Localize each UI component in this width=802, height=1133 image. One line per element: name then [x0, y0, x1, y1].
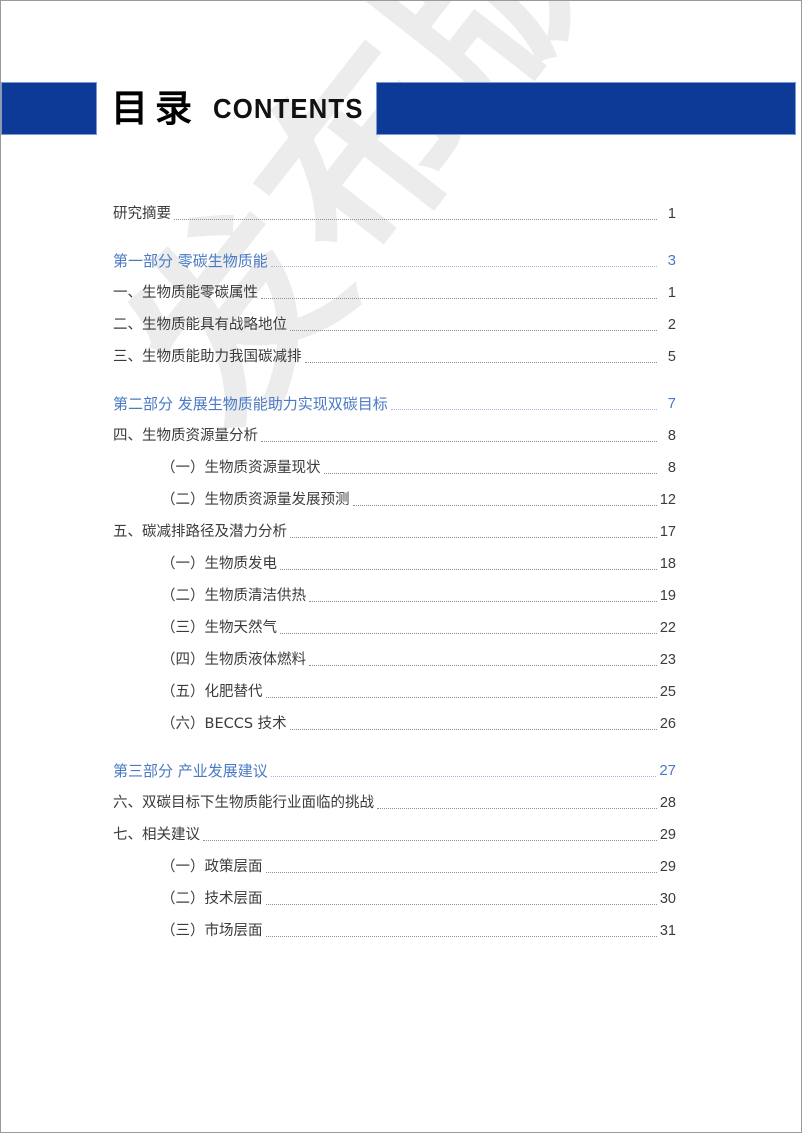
toc-entry-label: 三、生物质能助力我国碳减排	[113, 349, 302, 365]
toc-entry[interactable]: 七、相关建议 29	[113, 817, 676, 849]
toc-entry-page-number: 2	[667, 317, 676, 333]
toc-dot-leader	[265, 903, 657, 905]
toc-entry[interactable]: （二）生物质资源量发展预测 12	[113, 482, 676, 514]
toc-entry-page-number: 8	[667, 428, 676, 444]
table-of-contents: 研究摘要 1 第一部分 零碳生物质能 3 一、生物质能零碳属性 1 二、生物质能具有战略地位…	[113, 196, 676, 945]
header-bar-right	[376, 82, 796, 135]
toc-entry-page-number: 22	[659, 620, 676, 636]
toc-entry-page-number: 1	[667, 285, 676, 301]
page-title-cn: 目录	[111, 87, 199, 130]
toc-dot-leader	[323, 472, 657, 474]
toc-entry-label: 第三部分 产业发展建议	[113, 762, 268, 780]
toc-entry-page-number: 5	[667, 349, 676, 365]
toc-dot-leader	[265, 935, 657, 937]
toc-dot-leader	[203, 839, 657, 841]
toc-dot-leader	[390, 408, 657, 410]
toc-entry[interactable]: （六）BECCS 技术 26	[113, 706, 676, 738]
toc-entry-label: 第一部分 零碳生物质能	[113, 252, 268, 270]
page-title-en: CONTENTS	[213, 92, 364, 124]
toc-entry[interactable]: （三）市场层面 31	[113, 913, 676, 945]
header-bar-left	[1, 82, 97, 135]
toc-dot-leader	[309, 600, 657, 602]
toc-entry[interactable]: （一）政策层面 29	[113, 849, 676, 881]
toc-entry[interactable]: 第二部分 发展生物质能助力实现双碳目标 7	[113, 371, 676, 418]
toc-dot-leader	[265, 871, 657, 873]
toc-entry-page-number: 1	[667, 206, 676, 222]
toc-dot-leader	[261, 297, 657, 299]
toc-entry[interactable]: （五）化肥替代 25	[113, 674, 676, 706]
toc-dot-leader	[270, 265, 657, 267]
toc-entry-page-number: 19	[659, 588, 676, 604]
toc-dot-leader	[377, 807, 657, 809]
toc-entry-page-number: 29	[659, 827, 676, 843]
toc-entry[interactable]: 六、双碳目标下生物质能行业面临的挑战 28	[113, 785, 676, 817]
toc-entry[interactable]: 二、生物质能具有战略地位 2	[113, 307, 676, 339]
toc-dot-leader	[352, 504, 657, 506]
toc-entry[interactable]: 三、生物质能助力我国碳减排 5	[113, 339, 676, 371]
toc-dot-leader	[289, 728, 657, 730]
contents-header: 目录 CONTENTS	[1, 82, 801, 135]
toc-entry-page-number: 12	[659, 492, 676, 508]
toc-dot-leader	[280, 568, 657, 570]
toc-dot-leader	[304, 361, 657, 363]
toc-dot-leader	[270, 775, 657, 777]
toc-entry-label: 四、生物质资源量分析	[113, 428, 258, 444]
toc-dot-leader	[290, 536, 657, 538]
toc-entry[interactable]: 研究摘要 1	[113, 196, 676, 228]
toc-entry-label: 七、相关建议	[113, 827, 200, 843]
toc-entry-page-number: 31	[659, 923, 676, 939]
toc-entry-page-number: 7	[667, 395, 676, 412]
toc-dot-leader	[261, 440, 657, 442]
toc-entry-label: 六、双碳目标下生物质能行业面临的挑战	[113, 795, 374, 811]
toc-entry[interactable]: （三）生物天然气 22	[113, 610, 676, 642]
toc-entry-page-number: 29	[659, 859, 676, 875]
toc-entry-label: 二、生物质能具有战略地位	[113, 317, 287, 333]
toc-entry-page-number: 18	[659, 556, 676, 572]
toc-entry[interactable]: 一、生物质能零碳属性 1	[113, 275, 676, 307]
toc-entry-label: （三）生物天然气	[161, 620, 277, 636]
toc-entry-page-number: 23	[659, 652, 676, 668]
toc-entry-label: 五、碳减排路径及潜力分析	[113, 524, 287, 540]
toc-entry[interactable]: 五、碳减排路径及潜力分析 17	[113, 514, 676, 546]
toc-entry-label: （一）生物质资源量现状	[161, 460, 321, 476]
toc-entry-label: 一、生物质能零碳属性	[113, 285, 258, 301]
toc-entry-label: （四）生物质液体燃料	[161, 652, 306, 668]
toc-entry[interactable]: （二）生物质清洁供热 19	[113, 578, 676, 610]
toc-entry[interactable]: 四、生物质资源量分析 8	[113, 418, 676, 450]
toc-entry[interactable]: （一）生物质资源量现状 8	[113, 450, 676, 482]
toc-entry-page-number: 30	[659, 891, 676, 907]
toc-entry[interactable]: 第一部分 零碳生物质能 3	[113, 228, 676, 275]
document-page: 发布版 目录 CONTENTS 研究摘要 1 第一部分 零碳生物质能 3 一、生物质能零…	[0, 0, 802, 1133]
toc-entry-page-number: 26	[659, 716, 676, 732]
toc-entry-label: （三）市场层面	[161, 923, 263, 939]
toc-dot-leader	[280, 632, 657, 634]
toc-entry-page-number: 8	[667, 460, 676, 476]
toc-entry-label: 研究摘要	[113, 206, 171, 222]
toc-entry-label: （一）政策层面	[161, 859, 263, 875]
toc-dot-leader	[174, 218, 657, 220]
toc-entry-page-number: 25	[659, 684, 676, 700]
toc-entry-label: （二）生物质清洁供热	[161, 588, 306, 604]
toc-entry[interactable]: （二）技术层面 30	[113, 881, 676, 913]
toc-entry-page-number: 17	[659, 524, 676, 540]
toc-entry[interactable]: （一）生物质发电 18	[113, 546, 676, 578]
toc-entry-label: （一）生物质发电	[161, 556, 277, 572]
toc-dot-leader	[265, 696, 657, 698]
toc-entry[interactable]: 第三部分 产业发展建议 27	[113, 738, 676, 785]
toc-entry-page-number: 28	[659, 795, 676, 811]
toc-entry-label: （六）BECCS 技术	[161, 716, 287, 732]
header-title-group: 目录 CONTENTS	[111, 82, 377, 135]
toc-dot-leader	[309, 664, 657, 666]
toc-entry-page-number: 27	[659, 762, 676, 779]
toc-dot-leader	[290, 329, 657, 331]
toc-entry[interactable]: （四）生物质液体燃料 23	[113, 642, 676, 674]
toc-entry-page-number: 3	[667, 252, 676, 269]
toc-entry-label: （二）技术层面	[161, 891, 263, 907]
toc-entry-label: （五）化肥替代	[161, 684, 263, 700]
toc-entry-label: 第二部分 发展生物质能助力实现双碳目标	[113, 395, 388, 413]
toc-entry-label: （二）生物质资源量发展预测	[161, 492, 350, 508]
